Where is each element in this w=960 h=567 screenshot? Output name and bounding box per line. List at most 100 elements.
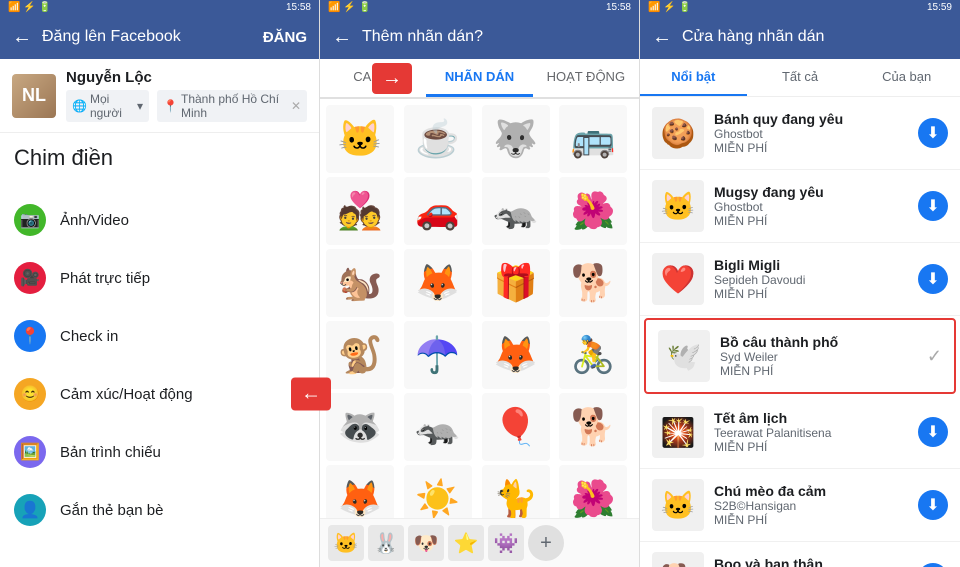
pack-price: MIỄN PHÍ	[714, 214, 908, 228]
menu-item-live[interactable]: 🎥 Phát trực tiếp	[0, 249, 319, 307]
sticker-cell[interactable]: 🐺	[482, 105, 550, 173]
sticker-cell[interactable]: 🦡	[482, 177, 550, 245]
sticker-cell[interactable]: 🦊	[482, 321, 550, 389]
pack-author: Sepideh Davoudi	[714, 273, 908, 287]
globe-icon: 🌐	[72, 99, 87, 113]
menu-item-photo[interactable]: 📷 Ảnh/Video	[0, 191, 319, 249]
sticker-thumb[interactable]: ⭐	[448, 525, 484, 561]
sticker-cell[interactable]: 🐈	[482, 465, 550, 518]
panel2-title: Thêm nhãn dán?	[362, 28, 627, 46]
sticker-pack-item[interactable]: 🐱 Mugsy đang yêu Ghostbot MIỄN PHÍ ⬇	[640, 170, 960, 243]
menu-label-slideshow: Bản trình chiếu	[60, 444, 161, 461]
pack-author: Ghostbot	[714, 200, 908, 214]
download-button[interactable]: ⬇	[918, 118, 948, 148]
sticker-thumb[interactable]: 🐱	[328, 525, 364, 561]
menu-item-checkin[interactable]: 📍 Check in	[0, 307, 319, 365]
pack-price: MIỄN PHÍ	[720, 364, 917, 378]
back-icon-p3[interactable]: ←	[652, 26, 672, 49]
download-button[interactable]: ⬇	[918, 563, 948, 567]
sticker-thumb[interactable]: 🐰	[368, 525, 404, 561]
post-button[interactable]: ĐĂNG	[263, 29, 307, 46]
add-sticker-button[interactable]: +	[528, 525, 564, 561]
menu-label-live: Phát trực tiếp	[60, 270, 150, 287]
download-button[interactable]: ⬇	[918, 490, 948, 520]
pack-info: Mugsy đang yêu Ghostbot MIỄN PHÍ	[714, 184, 908, 228]
pack-thumbnail: 🐕	[652, 552, 704, 567]
sticker-cell[interactable]: 🐿️	[326, 249, 394, 317]
pack-name: Bigli Migli	[714, 257, 908, 273]
menu-item-tag[interactable]: 👤 Gắn thẻ bạn bè	[0, 481, 319, 539]
sticker-pack-item[interactable]: ❤️ Bigli Migli Sepideh Davoudi MIỄN PHÍ …	[640, 243, 960, 316]
pack-name: Chú mèo đa cảm	[714, 483, 908, 499]
pack-price: MIỄN PHÍ	[714, 287, 908, 301]
sticker-cell[interactable]: 💑	[326, 177, 394, 245]
location-tag[interactable]: 📍 Thành phố Hồ Chí Minh ✕	[157, 90, 307, 122]
sticker-cell[interactable]: 🎈	[482, 393, 550, 461]
audience-selector[interactable]: 🌐 Mọi người ▾	[66, 90, 149, 122]
pack-name: Boo và bạn thân	[714, 556, 908, 567]
sticker-cell[interactable]: 🐕	[559, 393, 627, 461]
sticker-cell[interactable]: 🦡	[404, 393, 472, 461]
download-button[interactable]: ⬇	[918, 191, 948, 221]
post-title-text: Chim điền	[14, 145, 113, 170]
sticker-cell[interactable]: 🐕	[559, 249, 627, 317]
tab-activity[interactable]: HOẠT ĐỘNG	[533, 59, 639, 97]
tab-stickers[interactable]: NHÃN DÁN	[426, 59, 532, 97]
store-tabs: Nổi bật Tất cả Của bạn	[640, 59, 960, 97]
sticker-cell[interactable]: 🚗	[404, 177, 472, 245]
status-icons-p2: 📶 ⚡ 🔋	[328, 2, 371, 13]
pack-author: S2B©Hansigan	[714, 499, 908, 513]
sticker-thumb[interactable]: 🐶	[408, 525, 444, 561]
sticker-cell[interactable]: 🦝	[326, 393, 394, 461]
sticker-cell[interactable]: ☀️	[404, 465, 472, 518]
pack-name: Tết âm lịch	[714, 410, 908, 426]
sticker-cell[interactable]: 🐒	[326, 321, 394, 389]
pack-thumbnail: 🐱	[652, 180, 704, 232]
tab-yours[interactable]: Của bạn	[853, 59, 960, 96]
menu-item-slideshow[interactable]: 🖼️ Bản trình chiếu	[0, 423, 319, 481]
sticker-cell[interactable]: 🚌	[559, 105, 627, 173]
back-icon-p2[interactable]: ←	[332, 26, 352, 49]
sticker-pack-item[interactable]: 🐕 Boo và bạn thân Buddy Boo, Inc. MIỄN P…	[640, 542, 960, 567]
tab-featured[interactable]: Nổi bật	[640, 59, 747, 96]
panel-post: 📶 ⚡ 🔋 15:58 ← Đăng lên Facebook ĐĂNG NL …	[0, 0, 320, 567]
sticker-cell[interactable]: 🌺	[559, 465, 627, 518]
sticker-cell[interactable]: 🐱	[326, 105, 394, 173]
sticker-thumb[interactable]: 👾	[488, 525, 524, 561]
pack-name: Mugsy đang yêu	[714, 184, 908, 200]
pack-author: Syd Weiler	[720, 350, 917, 364]
panel-stickers: 📶 ⚡ 🔋 15:58 ← Thêm nhãn dán? CAM... NHÃN…	[320, 0, 640, 567]
status-time-p2: 15:58	[606, 2, 631, 13]
live-icon: 🎥	[14, 262, 46, 294]
sticker-pack-item[interactable]: 🍪 Bánh quy đang yêu Ghostbot MIỄN PHÍ ⬇	[640, 97, 960, 170]
sticker-pack-item[interactable]: 🎇 Tết âm lịch Teerawat Palanitisena MIỄN…	[640, 396, 960, 469]
sticker-pack-list: 🍪 Bánh quy đang yêu Ghostbot MIỄN PHÍ ⬇ …	[640, 97, 960, 567]
menu-item-emoji[interactable]: 😊 Cảm xúc/Hoạt động ←	[0, 365, 319, 423]
sticker-cell[interactable]: 🚴	[559, 321, 627, 389]
sticker-cell[interactable]: 🦊	[326, 465, 394, 518]
close-location-icon[interactable]: ✕	[291, 99, 301, 113]
back-icon-p1[interactable]: ←	[12, 26, 32, 49]
sticker-bottom-bar: 🐱 🐰 🐶 ⭐ 👾 +	[320, 518, 639, 567]
pack-info: Bồ câu thành phố Syd Weiler MIỄN PHÍ	[720, 334, 917, 378]
sticker-cell[interactable]: ☕	[404, 105, 472, 173]
sticker-cell[interactable]: 🌺	[559, 177, 627, 245]
menu-label-photo: Ảnh/Video	[60, 212, 129, 229]
pack-price: MIỄN PHÍ	[714, 141, 908, 155]
sticker-pack-item-highlighted[interactable]: 🕊️ Bồ câu thành phố Syd Weiler MIỄN PHÍ …	[644, 318, 956, 394]
installed-checkmark: ✓	[927, 346, 942, 367]
sticker-cell[interactable]: 🦊	[404, 249, 472, 317]
tab-camera[interactable]: CAM...	[320, 59, 426, 97]
sticker-pack-item[interactable]: 🐱 Chú mèo đa cảm S2B©Hansigan MIỄN PHÍ ⬇	[640, 469, 960, 542]
menu-label-emoji: Cảm xúc/Hoạt động	[60, 386, 193, 403]
sticker-cell[interactable]: ☂️	[404, 321, 472, 389]
sticker-grid: 🐱 ☕ 🐺 🚌 💑 🚗 🦡 🌺 🐿️ 🦊 🎁 🐕 🐒 ☂️ 🦊 🚴 🦝 🦡 🎈 …	[320, 99, 639, 518]
pack-info: Chú mèo đa cảm S2B©Hansigan MIỄN PHÍ	[714, 483, 908, 527]
emoji-icon: 😊	[14, 378, 46, 410]
post-content: Chim điền	[0, 133, 319, 183]
download-button[interactable]: ⬇	[918, 264, 948, 294]
tab-all[interactable]: Tất cả	[747, 59, 854, 96]
sticker-cell[interactable]: 🎁	[482, 249, 550, 317]
download-button[interactable]: ⬇	[918, 417, 948, 447]
status-time-p3: 15:59	[927, 2, 952, 13]
